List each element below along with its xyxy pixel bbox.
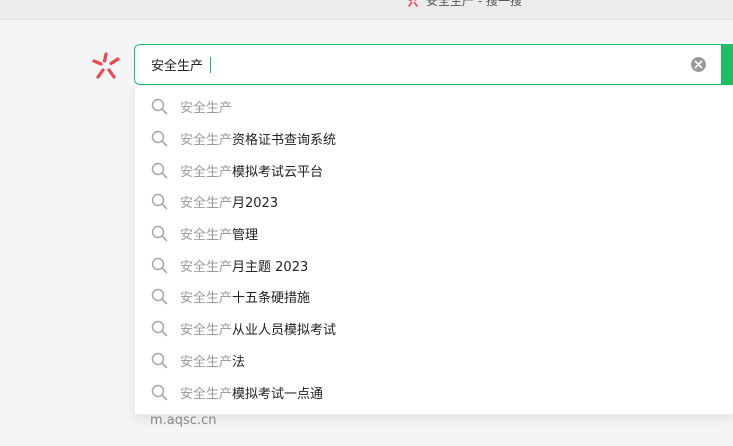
- suggestion-item[interactable]: 安全生产 资格证书查询系统: [135, 123, 733, 155]
- search-icon: [151, 130, 168, 147]
- suggestion-rest: 资格证书查询系统: [232, 133, 337, 149]
- tab-title: 安全生产 - 搜一搜: [426, 0, 522, 8]
- suggestion-prefix: 安全生产: [180, 386, 233, 402]
- search-icon: [151, 257, 168, 274]
- search-icon: [151, 225, 168, 242]
- suggestion-prefix: 安全生产: [180, 323, 233, 339]
- search-icon: [151, 194, 168, 210]
- suggestion-prefix: 安全生产: [180, 354, 233, 370]
- suggestion-rest: 月主题 2023: [232, 259, 309, 275]
- suggestion-prefix: 安全生产: [180, 133, 233, 149]
- suggestion-rest: 模拟考试云平台: [232, 164, 324, 180]
- search-icon: [151, 384, 168, 400]
- search-icon: [151, 289, 168, 305]
- suggestion-prefix: 安全生产: [180, 259, 233, 275]
- close-icon: [694, 60, 703, 69]
- suggestion-prefix: 安全生产: [180, 164, 233, 180]
- result-url: m.aqsc.cn: [150, 413, 217, 428]
- suggestion-rest: 管理: [232, 228, 259, 244]
- search-icon: [151, 352, 168, 369]
- suggestion-rest: 从业人员模拟考试: [232, 323, 337, 339]
- suggestion-rest: 模拟考试一点通: [232, 386, 324, 402]
- suggestion-item[interactable]: 安全生产 模拟考试云平台: [135, 154, 733, 186]
- suggestion-item[interactable]: 安全生产 从业人员模拟考试: [135, 313, 733, 345]
- suggestion-prefix: 安全生产: [180, 101, 233, 117]
- search-box: [134, 44, 733, 85]
- suggestion-item[interactable]: 安全生产 月主题 2023: [135, 249, 733, 281]
- suggestion-rest: 月2023: [232, 196, 279, 212]
- suggestion-dropdown: 安全生产 安全生产 资格证书查询系统 安全生产 模拟考试云平台 安全生产 月2023 …: [134, 86, 733, 415]
- suggestion-item[interactable]: 安全生产法: [135, 345, 733, 377]
- suggestion-item[interactable]: 安全生产: [135, 91, 733, 123]
- suggestion-item[interactable]: 安全生产 模拟考试一点通: [135, 376, 733, 408]
- search-icon: [151, 162, 168, 179]
- search-icon: [151, 320, 168, 337]
- sousou-logo-icon[interactable]: [92, 52, 120, 80]
- suggestion-item[interactable]: 安全生产 十五条硬措施: [135, 281, 733, 313]
- browser-tab-bar: 安全生产 - 搜一搜: [0, 0, 733, 20]
- search-icon: [151, 99, 168, 115]
- suggestion-rest: 法: [232, 354, 246, 370]
- clear-search-button[interactable]: [691, 57, 706, 72]
- text-caret: [210, 57, 211, 73]
- search-button[interactable]: [721, 44, 733, 85]
- active-tab[interactable]: 安全生产 - 搜一搜: [406, 0, 522, 9]
- suggestion-prefix: 安全生产: [180, 196, 233, 212]
- suggestion-prefix: 安全生产: [180, 228, 233, 244]
- suggestion-item[interactable]: 安全生产 管理: [135, 218, 733, 250]
- suggestion-prefix: 安全生产: [180, 291, 233, 307]
- search-input[interactable]: [135, 45, 675, 84]
- suggestion-rest: 十五条硬措施: [232, 291, 311, 307]
- sousou-logo-icon: [408, 0, 418, 7]
- suggestion-item[interactable]: 安全生产 月2023: [135, 186, 733, 218]
